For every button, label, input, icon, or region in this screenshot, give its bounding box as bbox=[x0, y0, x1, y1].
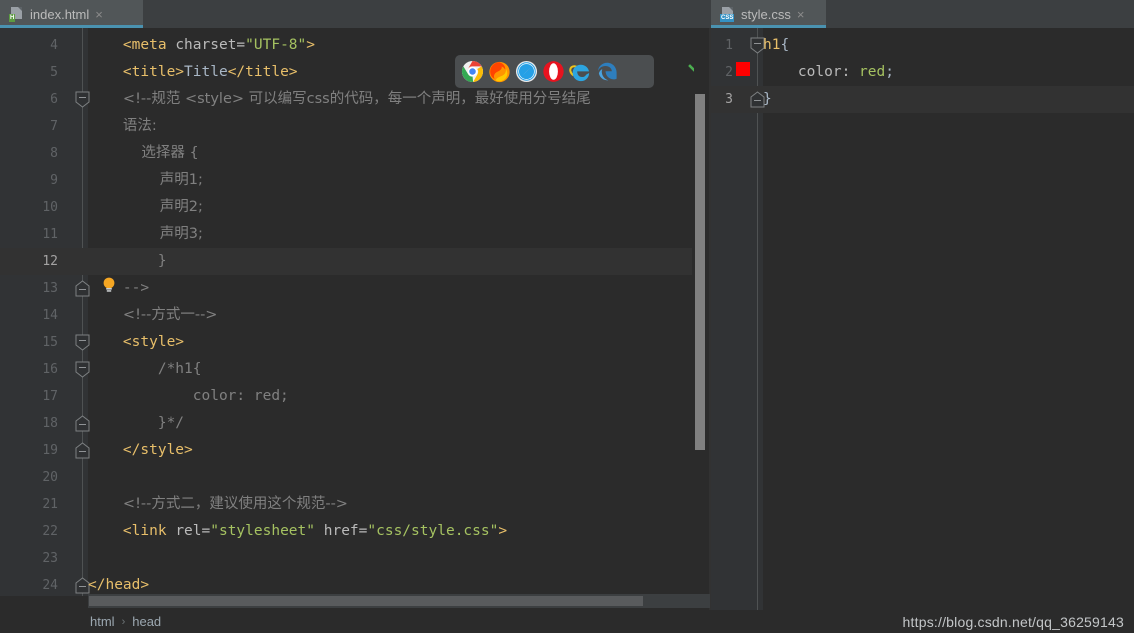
code-line[interactable]: } bbox=[88, 248, 167, 275]
editor-pane-style-css[interactable]: 1 2 3 h1{ color: red;} bbox=[711, 28, 1134, 633]
line-number: 11 bbox=[42, 227, 58, 242]
line-number: 14 bbox=[42, 308, 58, 323]
code-line[interactable]: <!--规范 <style> 可以编写css的代码，每一个声明，最好使用分号结尾 bbox=[88, 86, 591, 113]
code-line[interactable]: 声明3; bbox=[88, 221, 203, 248]
code-line[interactable]: </head> bbox=[88, 572, 149, 596]
editor-tab-bar: H index.html × CSS style.css × bbox=[0, 0, 1134, 28]
line-number: 16 bbox=[42, 362, 58, 377]
fold-rail bbox=[82, 28, 83, 596]
css-file-icon-badge: CSS bbox=[720, 13, 735, 22]
intention-bulb-icon[interactable] bbox=[100, 276, 118, 294]
editor-gutter-right[interactable] bbox=[711, 28, 763, 633]
breadcrumb-item-head[interactable]: head bbox=[132, 614, 161, 629]
code-line[interactable]: <!--方式一--> bbox=[88, 302, 218, 329]
editor-pane-index-html[interactable]: 4 5 6 7 8 9 10 11 12 13 14 15 16 17 18 19 20 21 22 23 24 <me… bbox=[0, 28, 710, 596]
line-number: 1 bbox=[725, 38, 733, 53]
line-number: 9 bbox=[50, 173, 58, 188]
chrome-icon[interactable] bbox=[461, 60, 484, 83]
line-number: 2 bbox=[725, 65, 733, 80]
code-line[interactable]: }*/ bbox=[88, 410, 184, 437]
tab-style-css[interactable]: CSS style.css × bbox=[711, 0, 826, 28]
line-number: 5 bbox=[50, 65, 58, 80]
code-line[interactable]: 声明1; bbox=[88, 167, 203, 194]
ie-icon[interactable] bbox=[569, 60, 592, 83]
line-number: 3 bbox=[725, 92, 733, 107]
code-line[interactable]: <!--方式二，建议使用这个规范--> bbox=[88, 491, 348, 518]
line-number: 19 bbox=[42, 443, 58, 458]
css-color-swatch-red[interactable] bbox=[736, 62, 750, 76]
line-number: 24 bbox=[42, 578, 58, 593]
code-line[interactable]: /*h1{ bbox=[88, 356, 202, 383]
code-line[interactable]: 语法: bbox=[88, 113, 157, 140]
horizontal-scrollbar-thumb[interactable] bbox=[89, 596, 643, 606]
ide-window: H index.html × CSS style.css × 4 5 6 7 8 9 10 1… bbox=[0, 0, 1134, 633]
code-line[interactable]: color: red; bbox=[763, 59, 894, 86]
line-number: 18 bbox=[42, 416, 58, 431]
line-number: 4 bbox=[50, 38, 58, 53]
code-line[interactable]: <style> bbox=[88, 329, 184, 356]
opera-icon[interactable] bbox=[542, 60, 565, 83]
firefox-icon[interactable] bbox=[488, 60, 511, 83]
code-line[interactable] bbox=[88, 545, 123, 572]
close-icon[interactable]: × bbox=[797, 8, 805, 21]
current-line-highlight bbox=[711, 86, 1134, 113]
line-number: 23 bbox=[42, 551, 58, 566]
code-line[interactable]: <meta charset="UTF-8"> bbox=[88, 32, 315, 59]
code-line[interactable]: --> bbox=[88, 275, 149, 302]
breadcrumb: html › head bbox=[0, 610, 860, 633]
line-number: 21 bbox=[42, 497, 58, 512]
line-number: 15 bbox=[42, 335, 58, 350]
code-line[interactable]: 选择器 { bbox=[88, 140, 198, 167]
line-number: 7 bbox=[50, 119, 58, 134]
line-number: 12 bbox=[42, 254, 58, 269]
breadcrumb-item-html[interactable]: html bbox=[90, 614, 115, 629]
watermark-url: https://blog.csdn.net/qq_36259143 bbox=[902, 614, 1124, 630]
fold-rail bbox=[757, 28, 758, 633]
open-in-browser-toolbar[interactable] bbox=[455, 55, 654, 88]
line-number: 22 bbox=[42, 524, 58, 539]
tab-index-html-label: index.html bbox=[30, 6, 90, 22]
code-line[interactable]: <title>Title</title> bbox=[88, 59, 298, 86]
safari-icon[interactable] bbox=[515, 60, 538, 83]
edge-icon[interactable] bbox=[596, 60, 619, 83]
line-number: 20 bbox=[42, 470, 58, 485]
vertical-scrollbar-thumb[interactable] bbox=[695, 94, 705, 450]
code-line[interactable] bbox=[88, 464, 123, 491]
breadcrumb-separator: › bbox=[121, 615, 126, 628]
code-line[interactable]: color: red; bbox=[88, 383, 289, 410]
line-number: 8 bbox=[50, 146, 58, 161]
code-line[interactable]: 声明2; bbox=[88, 194, 203, 221]
tab-index-html[interactable]: H index.html × bbox=[0, 0, 143, 28]
line-number: 6 bbox=[50, 92, 58, 107]
line-number: 17 bbox=[42, 389, 58, 404]
code-line[interactable]: </style> bbox=[88, 437, 193, 464]
html-file-icon-badge: H bbox=[9, 13, 16, 22]
html-file-icon: H bbox=[9, 6, 24, 22]
code-line[interactable]: h1{ bbox=[763, 32, 789, 59]
code-line[interactable]: } bbox=[763, 86, 772, 113]
line-number: 10 bbox=[42, 200, 58, 215]
css-file-icon: CSS bbox=[720, 6, 735, 22]
close-icon[interactable]: × bbox=[95, 8, 103, 21]
tab-style-css-label: style.css bbox=[741, 6, 791, 22]
code-line[interactable]: <link rel="stylesheet" href="css/style.c… bbox=[88, 518, 507, 545]
line-number: 13 bbox=[42, 281, 58, 296]
